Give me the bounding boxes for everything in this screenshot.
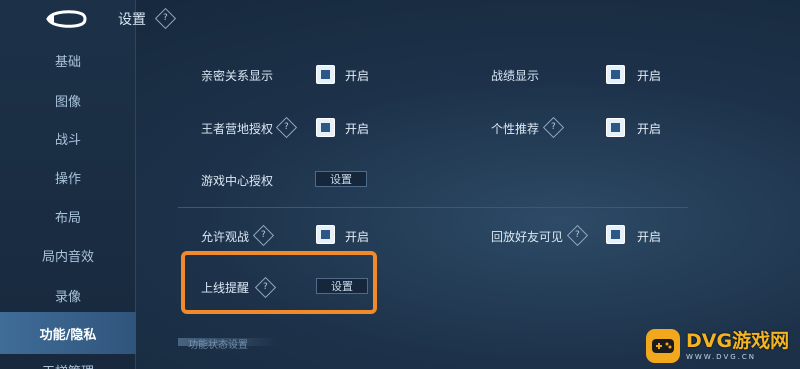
sidebar-item-label: 录像 xyxy=(54,289,81,305)
setting-label: 上线提醒 xyxy=(201,281,250,295)
intimacy-display-checkbox[interactable] xyxy=(316,65,335,84)
checkbox-check-icon xyxy=(611,70,620,79)
setting-label: 亲密关系显示 xyxy=(201,69,274,83)
sidebar-item-combat[interactable]: 战斗 xyxy=(0,118,136,158)
setting-intimacy-display: 亲密关系显示 xyxy=(201,67,273,84)
setting-record-display: 战绩显示 xyxy=(491,67,539,84)
section-divider xyxy=(178,207,688,208)
sidebar-item-layout[interactable]: 布局 xyxy=(0,196,136,236)
sidebar-item-label: 操作 xyxy=(54,171,81,187)
sidebar-item-label: 战斗 xyxy=(54,132,81,148)
sidebar: 基础 图像 战斗 操作 布局 局内音效 录像 功能/隐私 天梯管理 xyxy=(0,0,136,369)
state-label: 开启 xyxy=(345,230,370,244)
page-title: 设置 xyxy=(118,12,146,28)
setting-replay-friends-visible: 回放好友可见 xyxy=(491,228,563,245)
checkbox-check-icon xyxy=(321,123,330,132)
sidebar-item-label: 功能/隐私 xyxy=(39,327,97,343)
question-icon[interactable]: ? xyxy=(252,224,275,247)
setting-label: 王者营地授权 xyxy=(201,122,274,136)
question-icon[interactable]: ? xyxy=(154,7,177,30)
setting-game-center-auth: 游戏中心授权 xyxy=(201,172,273,189)
setting-online-reminder: 上线提醒 xyxy=(201,279,249,296)
setting-label: 允许观战 xyxy=(201,230,250,244)
setting-camp-auth: 王者营地授权 xyxy=(201,120,273,137)
game-center-settings-button[interactable]: 设置 xyxy=(315,171,367,187)
setting-label: 个性推荐 xyxy=(491,122,540,136)
section-title-partial: 功能状态设置 xyxy=(188,340,248,351)
setting-label: 回放好友可见 xyxy=(491,230,564,244)
watermark-text: DVG游戏网 xyxy=(686,329,790,352)
sidebar-item-label: 基础 xyxy=(54,54,81,70)
state-label: 开启 xyxy=(637,122,662,136)
sidebar-item-graphics[interactable]: 图像 xyxy=(0,80,136,120)
replay-friends-visible-checkbox[interactable] xyxy=(606,225,625,244)
setting-allow-spectate: 允许观战 xyxy=(201,228,249,245)
setting-personal-recommend: 个性推荐 xyxy=(491,120,539,137)
question-icon[interactable]: ? xyxy=(566,224,589,247)
checkbox-check-icon xyxy=(321,70,330,79)
record-display-checkbox[interactable] xyxy=(606,65,625,84)
sidebar-item-controls[interactable]: 操作 xyxy=(0,157,136,197)
sidebar-item-label: 图像 xyxy=(54,94,81,110)
state-label: 开启 xyxy=(637,69,662,83)
sidebar-item-label: 天梯管理 xyxy=(0,361,136,369)
sidebar-item-basic[interactable]: 基础 xyxy=(0,40,136,80)
checkbox-check-icon xyxy=(321,230,330,239)
setting-label: 游戏中心授权 xyxy=(201,174,274,188)
state-label: 开启 xyxy=(345,122,370,136)
checkbox-check-icon xyxy=(611,230,620,239)
watermark: DVG游戏网 WWW.DVG.CN xyxy=(646,327,796,365)
watermark-subtext: WWW.DVG.CN xyxy=(686,352,757,361)
state-label: 开启 xyxy=(637,230,662,244)
sidebar-item-function-privacy[interactable]: 功能/隐私 xyxy=(0,312,136,354)
state-label: 开启 xyxy=(345,69,370,83)
sidebar-item-label: 局内音效 xyxy=(41,249,94,265)
sidebar-item-ingame-audio[interactable]: 局内音效 xyxy=(0,235,136,275)
checkbox-check-icon xyxy=(611,123,620,132)
online-reminder-settings-button[interactable]: 设置 xyxy=(316,278,368,294)
allow-spectate-checkbox[interactable] xyxy=(316,225,335,244)
gamepad-logo-icon xyxy=(646,329,680,363)
sidebar-item-recording[interactable]: 录像 xyxy=(0,275,136,315)
question-icon[interactable]: ? xyxy=(275,116,298,139)
personal-recommend-checkbox[interactable] xyxy=(606,118,625,137)
back-arrow-icon[interactable] xyxy=(44,8,88,30)
question-icon[interactable]: ? xyxy=(542,116,565,139)
camp-auth-checkbox[interactable] xyxy=(316,118,335,137)
sidebar-item-ladder[interactable]: 天梯管理 xyxy=(0,360,136,369)
setting-label: 战绩显示 xyxy=(491,69,540,83)
sidebar-item-label: 布局 xyxy=(54,210,81,226)
